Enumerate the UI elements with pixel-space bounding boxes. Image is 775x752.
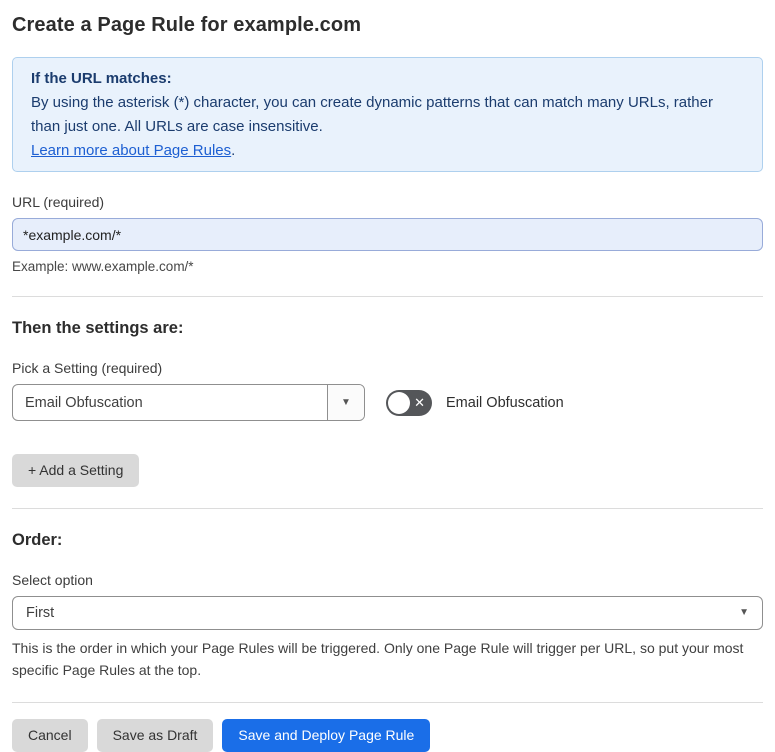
setting-select-value: Email Obfuscation — [25, 394, 143, 411]
order-select-label: Select option — [12, 572, 93, 588]
toggle-label: Email Obfuscation — [446, 394, 564, 411]
create-page-rule-form: Create a Page Rule for example.com If th… — [0, 0, 775, 752]
footer-actions: Cancel Save as Draft Save and Deploy Pag… — [12, 719, 763, 752]
setting-row: Email Obfuscation ▼ ✕ Email Obfuscation — [12, 384, 763, 421]
order-section-heading: Order: — [12, 531, 63, 549]
email-obfuscation-toggle[interactable]: ✕ — [386, 389, 432, 416]
add-setting-button[interactable]: + Add a Setting — [12, 454, 140, 487]
pick-setting-label: Pick a Setting (required) — [12, 360, 163, 376]
url-example-helper: Example: www.example.com/* — [12, 259, 194, 274]
settings-section-heading: Then the settings are: — [12, 319, 184, 337]
toggle-off-x-icon: ✕ — [414, 394, 425, 410]
page-title: Create a Page Rule for example.com — [12, 14, 362, 36]
url-field-label: URL (required) — [12, 194, 105, 210]
cancel-button[interactable]: Cancel — [12, 719, 88, 752]
order-select[interactable]: First ▼ — [12, 596, 763, 630]
info-box-link-line: Learn more about Page Rules. — [31, 139, 744, 163]
info-box-body: By using the asterisk (*) character, you… — [31, 94, 713, 135]
toggle-knob — [388, 391, 410, 414]
divider — [12, 702, 763, 703]
divider — [12, 296, 763, 297]
url-input[interactable] — [12, 218, 763, 251]
url-match-info-box: If the URL matches: By using the asteris… — [12, 57, 763, 172]
setting-select[interactable]: Email Obfuscation ▼ — [12, 384, 365, 421]
learn-more-link[interactable]: Learn more about Page Rules — [31, 142, 231, 159]
divider — [12, 508, 763, 509]
order-select-value: First — [26, 605, 55, 621]
link-suffix: . — [231, 142, 236, 159]
chevron-down-icon: ▼ — [739, 607, 749, 618]
order-helper-text: This is the order in which your Page Rul… — [12, 640, 744, 678]
info-box-heading: If the URL matches: — [31, 70, 172, 87]
save-as-draft-button[interactable]: Save as Draft — [96, 719, 214, 752]
chevron-down-icon: ▼ — [341, 396, 351, 408]
setting-select-arrow-button[interactable]: ▼ — [327, 385, 364, 420]
save-and-deploy-button[interactable]: Save and Deploy Page Rule — [222, 719, 431, 752]
